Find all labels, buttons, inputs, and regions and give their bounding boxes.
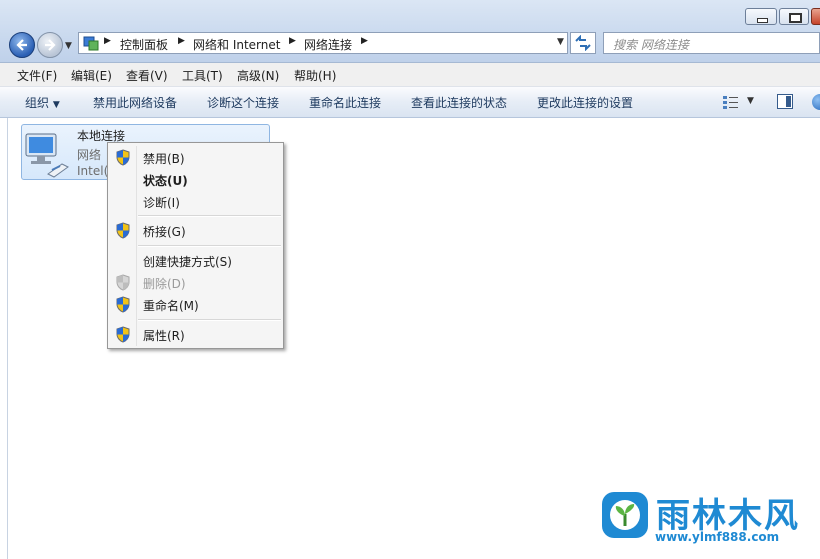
menu-separator (138, 215, 281, 217)
view-options-icon[interactable] (723, 95, 739, 109)
chevron-right-icon[interactable]: ▶ (178, 36, 185, 46)
chevron-right-icon[interactable]: ▶ (361, 36, 368, 46)
help-icon[interactable] (812, 94, 820, 110)
pane-divider (7, 118, 8, 559)
menu-view[interactable]: 查看(V) (126, 67, 168, 84)
context-item-label: 状态(U) (143, 174, 188, 188)
context-item-disable[interactable]: 禁用(B) (110, 147, 281, 168)
uac-shield-icon (116, 274, 130, 291)
menu-help[interactable]: 帮助(H) (294, 67, 336, 84)
context-item-bridge[interactable]: 桥接(G) (110, 220, 281, 241)
menu-file[interactable]: 文件(F) (17, 67, 57, 84)
menu-separator (138, 245, 281, 247)
refresh-button[interactable] (570, 32, 596, 54)
breadcrumb-control-panel[interactable]: 控制面板 (120, 36, 168, 53)
command-bar: 组织 ▼ 禁用此网络设备 诊断这个连接 重命名此连接 查看此连接的状态 更改此连… (0, 87, 820, 118)
chevron-down-icon: ▼ (52, 100, 60, 110)
uac-shield-icon (116, 326, 130, 343)
change-settings-button[interactable]: 更改此连接的设置 (537, 94, 633, 111)
preview-pane-icon[interactable] (777, 94, 793, 109)
context-item-rename[interactable]: 重命名(M) (110, 294, 281, 315)
close-button[interactable] (811, 8, 820, 25)
refresh-icon (575, 35, 591, 51)
context-item-diagnose[interactable]: 诊断(I) (110, 191, 281, 212)
menu-separator (138, 319, 281, 321)
address-dropdown-icon[interactable]: ▼ (557, 37, 564, 47)
context-item-delete: 删除(D) (110, 272, 281, 293)
menu-edit[interactable]: 编辑(E) (71, 67, 112, 84)
organize-button[interactable]: 组织 ▼ (25, 94, 60, 111)
context-item-create-shortcut[interactable]: 创建快捷方式(S) (110, 250, 281, 271)
recent-pages-dropdown-icon[interactable]: ▼ (65, 41, 72, 51)
forward-button[interactable] (37, 32, 63, 58)
address-bar[interactable]: ▶ 控制面板 ▶ 网络和 Internet ▶ 网络连接 ▶ ▼ (78, 32, 568, 54)
organize-label: 组织 (25, 96, 50, 110)
watermark-logo-icon (602, 492, 648, 538)
connection-device: Intel( (77, 164, 109, 178)
diagnose-connection-button[interactable]: 诊断这个连接 (207, 94, 279, 111)
context-item-label: 重命名(M) (143, 299, 199, 313)
menu-bar: 文件(F) 编辑(E) 查看(V) 工具(T) 高级(N) 帮助(H) (0, 63, 820, 87)
connection-status: 网络 (77, 148, 102, 162)
watermark-url: www.ylmf888.com (655, 530, 780, 544)
uac-shield-icon (116, 149, 130, 166)
uac-shield-icon (116, 222, 130, 239)
context-item-status[interactable]: 状态(U) (110, 169, 281, 190)
breadcrumb-network-connections[interactable]: 网络连接 (304, 36, 352, 53)
network-adapter-icon (25, 133, 69, 178)
context-menu: 禁用(B) 状态(U) 诊断(I) 桥接(G) 创建快捷方式(S) 删除(D) … (107, 142, 284, 349)
search-input[interactable]: 搜索 网络连接 (603, 32, 820, 54)
uac-shield-icon (116, 296, 130, 313)
control-panel-icon (83, 36, 99, 51)
rename-connection-button[interactable]: 重命名此连接 (309, 94, 381, 111)
context-item-label: 删除(D) (143, 277, 186, 291)
menu-advanced[interactable]: 高级(N) (237, 67, 279, 84)
context-item-properties[interactable]: 属性(R) (110, 324, 281, 345)
disable-device-button[interactable]: 禁用此网络设备 (93, 94, 177, 111)
menu-tools[interactable]: 工具(T) (182, 67, 223, 84)
minimize-button[interactable] (745, 8, 777, 25)
context-item-label: 属性(R) (143, 329, 185, 343)
context-item-label: 创建快捷方式(S) (143, 255, 232, 269)
arrow-right-icon (45, 39, 56, 51)
title-bar: ▼ ▶ 控制面板 ▶ 网络和 Internet ▶ 网络连接 ▶ ▼ 搜索 网络… (0, 0, 820, 63)
back-button[interactable] (9, 32, 35, 58)
context-item-label: 禁用(B) (143, 152, 185, 166)
arrow-left-icon (16, 39, 27, 51)
view-status-button[interactable]: 查看此连接的状态 (411, 94, 507, 111)
context-item-label: 桥接(G) (143, 225, 186, 239)
breadcrumb-network-internet[interactable]: 网络和 Internet (193, 36, 280, 53)
chevron-right-icon[interactable]: ▶ (289, 36, 296, 46)
context-item-label: 诊断(I) (143, 196, 180, 210)
search-placeholder: 搜索 网络连接 (613, 38, 689, 52)
chevron-right-icon[interactable]: ▶ (104, 36, 111, 46)
view-dropdown-icon[interactable]: ▼ (747, 96, 754, 106)
maximize-button[interactable] (779, 8, 809, 25)
